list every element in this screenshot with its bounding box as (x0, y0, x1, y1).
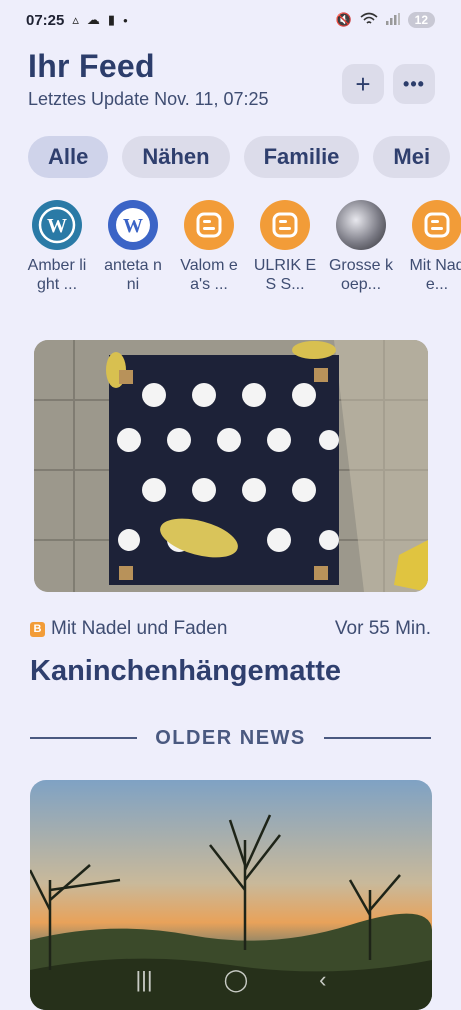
avatar-icon (336, 200, 386, 250)
wordpress-icon: W (32, 200, 82, 250)
chip-alle[interactable]: Alle (28, 136, 109, 178)
feed-source-label: ULRIK ES S... (253, 257, 317, 293)
chip-naehen[interactable]: Nähen (122, 136, 230, 178)
feed-source-item[interactable]: Mit Nade... (404, 200, 461, 300)
status-bar: 07:25 ▵ ☁ ▮ • 🔇 12 (0, 0, 461, 40)
article-image[interactable] (34, 340, 428, 592)
article-meta: B Mit Nadel und Faden Vor 55 Min. (30, 617, 431, 641)
article-time: Vor 55 Min. (334, 618, 431, 639)
back-icon[interactable]: ‹ (319, 967, 326, 993)
divider-line (30, 737, 138, 739)
article-source[interactable]: B Mit Nadel und Faden (30, 618, 227, 640)
feed-source-label: Mit Nade... (409, 257, 461, 293)
feed-source-label: Grosse koep... (328, 257, 393, 293)
battery-level: 12 (407, 12, 435, 28)
recent-apps-icon[interactable]: ||| (135, 967, 152, 993)
feed-sources-row: W Amber light ... W anteta nni Valom ea'… (24, 200, 461, 300)
feed-source-item[interactable]: W anteta nni (100, 200, 166, 300)
older-news-divider: OLDER NEWS (30, 726, 431, 750)
svg-text:W: W (123, 215, 143, 237)
blogger-icon: B (30, 621, 45, 637)
chip-mei[interactable]: Mei (373, 136, 451, 178)
feed-header: Ihr Feed Letztes Update Nov. 11, 07:25 +… (28, 48, 435, 118)
wordpress-icon: W (108, 200, 158, 250)
svg-text:W: W (47, 215, 67, 237)
feed-source-item[interactable]: Grosse koep... (328, 200, 394, 300)
dot-icon: • (123, 12, 128, 28)
feed-source-item[interactable]: ULRIK ES S... (252, 200, 318, 300)
status-left: 07:25 ▵ ☁ ▮ • (26, 12, 128, 29)
category-chips: Alle Nähen Familie Mei (28, 136, 461, 178)
feed-source-item[interactable]: Valom ea's ... (176, 200, 242, 300)
feed-source-label: Amber light ... (27, 257, 87, 293)
more-options-button[interactable]: ••• (393, 64, 435, 104)
older-article-image[interactable]: ||| ◯ ‹ (30, 780, 432, 1010)
chip-familie[interactable]: Familie (243, 136, 360, 178)
article-title[interactable]: Kaninchenhängematte (30, 655, 431, 688)
feed-source-label: anteta nni (104, 257, 162, 293)
divider-line (323, 737, 431, 739)
divider-label: OLDER NEWS (155, 726, 306, 749)
add-feed-button[interactable]: + (342, 64, 384, 104)
home-icon[interactable]: ◯ (224, 967, 249, 993)
feed-source-label: Valom ea's ... (180, 257, 238, 293)
status-right: 🔇 12 (335, 12, 435, 29)
article-source-name: Mit Nadel und Faden (51, 618, 228, 639)
vpn-icon: ▵ (72, 12, 79, 27)
signal-icon (385, 12, 400, 28)
blogger-icon (184, 200, 234, 250)
blogger-icon (260, 200, 310, 250)
battery-icon: ▮ (107, 12, 116, 27)
system-nav-bar: ||| ◯ ‹ (30, 962, 432, 998)
cloud-icon: ☁ (86, 12, 100, 27)
status-time: 07:25 (26, 11, 65, 29)
mute-icon: 🔇 (335, 12, 352, 27)
wifi-icon (360, 12, 378, 29)
blogger-icon (412, 200, 461, 250)
feed-source-item[interactable]: W Amber light ... (24, 200, 90, 300)
